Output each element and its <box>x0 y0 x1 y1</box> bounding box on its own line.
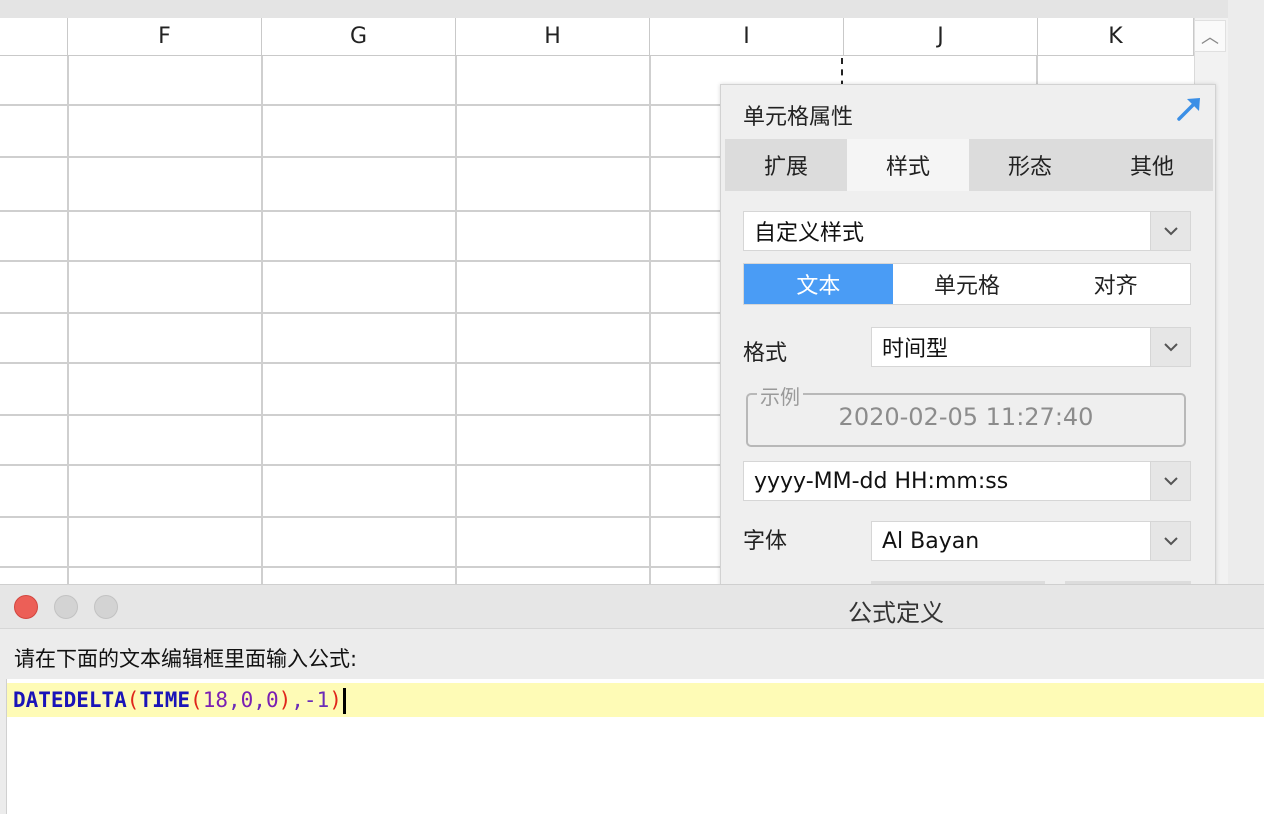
style-select-value: 自定义样式 <box>754 221 865 246</box>
maximize-window-button[interactable] <box>94 595 118 619</box>
formula-comma: , <box>227 688 241 712</box>
panel-tabs: 扩展 样式 形态 其他 <box>725 139 1213 191</box>
grid-column-line <box>649 56 651 596</box>
formula-number: 0 <box>265 688 279 712</box>
segment-cell[interactable]: 单元格 <box>893 264 1042 304</box>
format-select-value: 时间型 <box>882 337 949 362</box>
column-header-h[interactable]: H <box>456 18 650 56</box>
font-select[interactable]: Al Bayan <box>871 521 1191 561</box>
chevron-down-icon[interactable] <box>1150 212 1190 250</box>
panel-title: 单元格属性 <box>743 105 854 130</box>
formula-comma: , <box>291 688 304 712</box>
formula-paren: ) <box>278 688 292 712</box>
style-select[interactable]: 自定义样式 <box>743 211 1191 251</box>
formula-editor[interactable]: DATEDELTA(TIME(18,0,0),-1) <box>6 679 1264 814</box>
grid-column-line <box>67 56 69 596</box>
formula-function-datedelta: DATEDELTA <box>13 688 127 712</box>
tab-expand[interactable]: 扩展 <box>725 139 847 191</box>
formula-number: 0 <box>240 688 254 712</box>
formula-dialog: 公式定义 请在下面的文本编辑框里面输入公式: DATEDELTA(TIME(18… <box>0 584 1264 814</box>
tab-other[interactable]: 其他 <box>1091 139 1213 191</box>
chevron-down-icon[interactable] <box>1150 462 1190 500</box>
grid-column-line <box>455 56 457 596</box>
column-header-g[interactable]: G <box>262 18 456 56</box>
tab-shape[interactable]: 形态 <box>969 139 1091 191</box>
cell-properties-panel: 单元格属性 扩展 样式 形态 其他 自定义样式 文本 单元格 对齐 格式 时间型… <box>720 84 1216 588</box>
pattern-combo[interactable]: yyyy-MM-dd HH:mm:ss <box>743 461 1191 501</box>
app-root: F G H I J K ︿ 单元格属性 扩展 样式 形态 其他 自定义样式 文本… <box>0 0 1264 814</box>
formula-paren: ) <box>329 688 342 712</box>
column-header-j[interactable]: J <box>844 18 1038 56</box>
pattern-value[interactable]: yyyy-MM-dd HH:mm:ss <box>744 469 1150 494</box>
dialog-titlebar[interactable]: 公式定义 <box>0 585 1264 629</box>
formula-line[interactable]: DATEDELTA(TIME(18,0,0),-1) <box>7 683 1264 717</box>
formula-number: -1 <box>303 688 330 712</box>
column-header-f[interactable]: F <box>68 18 262 56</box>
column-header-k[interactable]: K <box>1038 18 1194 56</box>
style-segmented-control: 文本 单元格 对齐 <box>743 263 1191 305</box>
format-label: 格式 <box>743 341 788 366</box>
formula-prompt: 请在下面的文本编辑框里面输入公式: <box>14 647 358 671</box>
minimize-window-button[interactable] <box>54 595 78 619</box>
formula-function-time: TIME <box>139 688 191 712</box>
chevron-down-icon[interactable] <box>1150 328 1190 366</box>
formula-paren: ( <box>190 688 203 712</box>
close-window-button[interactable] <box>14 595 38 619</box>
chevron-down-icon[interactable] <box>1150 522 1190 560</box>
dialog-title: 公式定义 <box>848 599 944 627</box>
tab-style[interactable]: 样式 <box>847 139 969 191</box>
grid-column-line <box>261 56 263 596</box>
formula-comma: , <box>253 688 266 712</box>
scroll-up-chevron-icon[interactable]: ︿ <box>1194 20 1226 52</box>
format-select[interactable]: 时间型 <box>871 327 1191 367</box>
expand-arrow-icon[interactable] <box>1175 95 1203 123</box>
column-header-i[interactable]: I <box>650 18 844 56</box>
sheet-top-bar <box>0 0 1228 18</box>
formula-paren: ( <box>126 688 140 712</box>
formula-number: 18 <box>202 688 228 712</box>
column-header-e[interactable] <box>0 18 68 56</box>
text-caret <box>342 688 346 714</box>
segment-align[interactable]: 对齐 <box>1041 264 1190 304</box>
example-value: 2020-02-05 11:27:40 <box>838 403 1094 431</box>
segment-text[interactable]: 文本 <box>744 264 893 304</box>
window-edge-strip <box>1228 0 1264 588</box>
font-label: 字体 <box>743 529 788 554</box>
font-select-value: Al Bayan <box>882 528 980 554</box>
